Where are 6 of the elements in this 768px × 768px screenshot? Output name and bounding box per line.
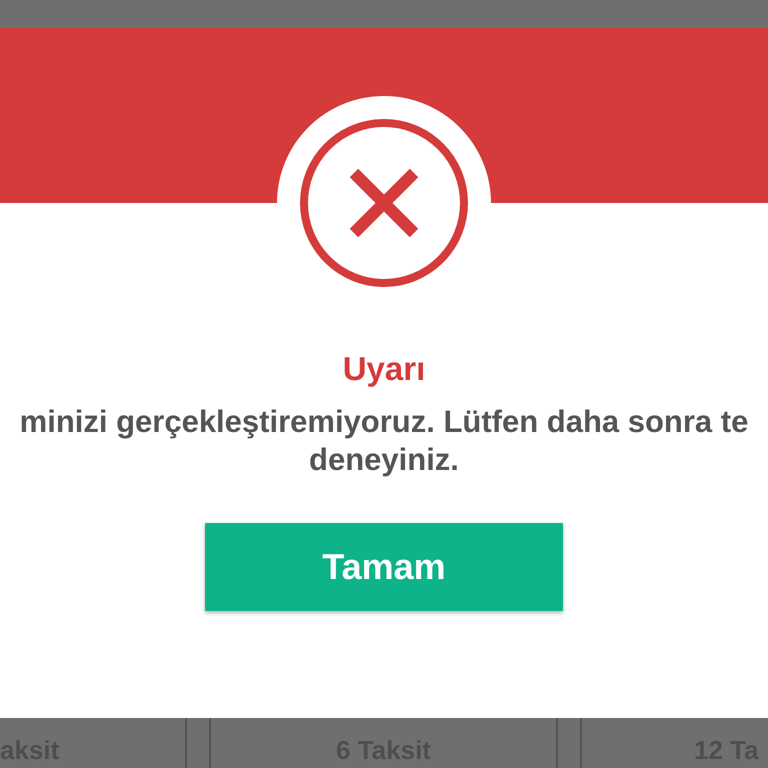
message-text: minizi gerçekleştiremiyoruz. Lütfen daha sonra te xyxy=(20,403,748,441)
ok-button[interactable]: Tamam xyxy=(205,523,563,611)
message-text: deneyiniz. xyxy=(309,441,459,479)
tab-separator xyxy=(556,718,582,768)
tab-separator xyxy=(185,718,211,768)
dialog-title: Uyarı xyxy=(342,349,426,389)
